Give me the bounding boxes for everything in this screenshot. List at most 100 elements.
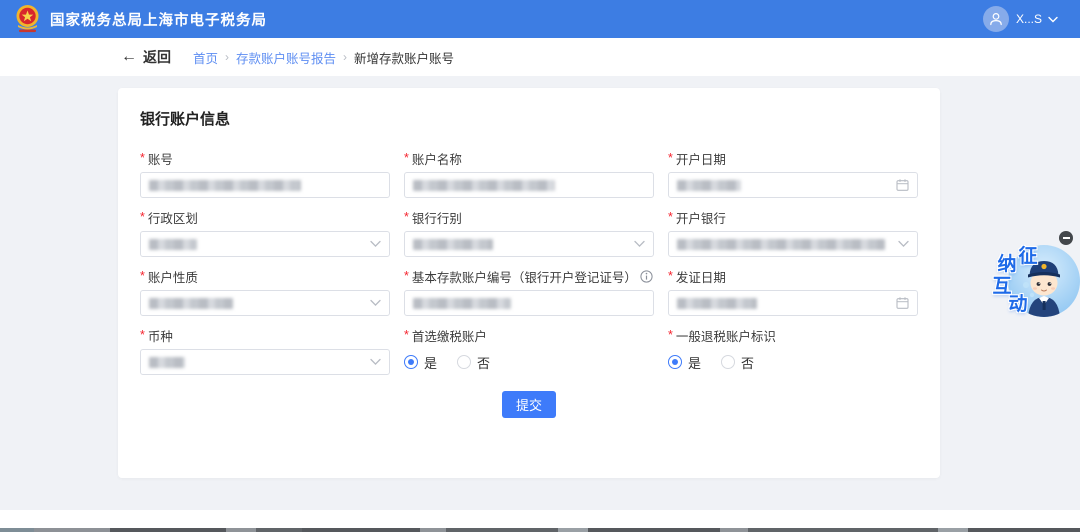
field-label: 行政区划 bbox=[148, 208, 198, 227]
masked-value bbox=[677, 239, 885, 250]
masked-value bbox=[413, 180, 555, 191]
bank-type-select[interactable] bbox=[404, 231, 654, 257]
masked-value bbox=[149, 298, 233, 309]
field-label: 首选缴税账户 bbox=[412, 326, 487, 345]
back-button[interactable]: ← 返回 bbox=[121, 47, 171, 67]
bank-account-form-card: 银行账户信息 * 账号 * 账户名称 * 开户日期 bbox=[118, 88, 940, 478]
masked-value bbox=[149, 239, 197, 250]
tax-interaction-widget[interactable]: 征 纳 互 动 bbox=[990, 228, 1080, 333]
required-marker: * bbox=[404, 210, 409, 224]
widget-collapse-button[interactable] bbox=[1059, 231, 1073, 245]
widget-char: 纳 bbox=[997, 255, 1017, 275]
account-nature-select[interactable] bbox=[140, 290, 390, 316]
calendar-icon bbox=[896, 297, 909, 310]
field-bank-type: * 银行行别 bbox=[404, 208, 654, 257]
chevron-down-icon bbox=[634, 241, 645, 248]
field-admin-division: * 行政区划 bbox=[140, 208, 390, 257]
field-label: 账户名称 bbox=[412, 149, 462, 168]
field-issue-date: * 发证日期 bbox=[668, 267, 918, 316]
submit-button[interactable]: 提交 bbox=[502, 391, 556, 418]
masked-value bbox=[149, 180, 301, 191]
required-marker: * bbox=[140, 328, 145, 342]
chevron-down-icon bbox=[898, 241, 909, 248]
masked-value bbox=[149, 357, 185, 368]
required-marker: * bbox=[668, 210, 673, 224]
user-icon bbox=[988, 11, 1004, 27]
required-marker: * bbox=[404, 328, 409, 342]
field-account-number: * 账号 bbox=[140, 149, 390, 198]
widget-char: 征 bbox=[1018, 247, 1038, 267]
radio-yes[interactable]: 是 bbox=[404, 353, 437, 372]
field-account-name: * 账户名称 bbox=[404, 149, 654, 198]
masked-value bbox=[413, 298, 511, 309]
field-label: 基本存款账户编号（银行开户登记证号） bbox=[412, 267, 637, 286]
field-label: 账户性质 bbox=[148, 267, 198, 286]
account-name-input[interactable] bbox=[404, 172, 654, 198]
user-display-name[interactable]: X...S bbox=[1016, 12, 1042, 26]
site-title: 国家税务总局上海市电子税务局 bbox=[50, 9, 267, 30]
chevron-down-icon bbox=[370, 359, 381, 366]
radio-unselected-icon bbox=[721, 355, 735, 369]
account-number-input[interactable] bbox=[140, 172, 390, 198]
app-header: 国家税务总局上海市电子税务局 X...S bbox=[0, 0, 1080, 38]
open-date-input[interactable] bbox=[668, 172, 918, 198]
general-refund-flag-radio-group: 是 否 bbox=[668, 349, 918, 375]
breadcrumb-separator: › bbox=[343, 50, 347, 64]
sub-header: ← 返回 首页 › 存款账户账号报告 › 新增存款账户账号 bbox=[0, 38, 1080, 76]
radio-selected-icon bbox=[668, 355, 682, 369]
radio-no[interactable]: 否 bbox=[721, 353, 754, 372]
masked-value bbox=[413, 239, 493, 250]
issue-date-input[interactable] bbox=[668, 290, 918, 316]
field-label: 开户日期 bbox=[676, 149, 726, 168]
field-label: 银行行别 bbox=[412, 208, 462, 227]
required-marker: * bbox=[404, 151, 409, 165]
required-marker: * bbox=[140, 269, 145, 283]
back-arrow-icon: ← bbox=[121, 48, 137, 66]
field-open-date: * 开户日期 bbox=[668, 149, 918, 198]
preferred-tax-account-radio-group: 是 否 bbox=[404, 349, 654, 375]
basic-deposit-account-no-input[interactable] bbox=[404, 290, 654, 316]
radio-yes[interactable]: 是 bbox=[668, 353, 701, 372]
radio-no[interactable]: 否 bbox=[457, 353, 490, 372]
breadcrumb-home[interactable]: 首页 bbox=[193, 48, 218, 67]
required-marker: * bbox=[668, 269, 673, 283]
tax-bureau-emblem-logo bbox=[14, 4, 41, 34]
widget-char: 动 bbox=[1008, 295, 1028, 315]
info-icon[interactable] bbox=[640, 270, 653, 283]
field-label: 币种 bbox=[148, 326, 173, 345]
radio-unselected-icon bbox=[457, 355, 471, 369]
bottom-strip bbox=[0, 510, 1080, 528]
field-opening-bank: * 开户银行 bbox=[668, 208, 918, 257]
section-title: 银行账户信息 bbox=[140, 108, 918, 129]
required-marker: * bbox=[668, 328, 673, 342]
field-basic-deposit-account-no: * 基本存款账户编号（银行开户登记证号） bbox=[404, 267, 654, 316]
field-currency: * 币种 bbox=[140, 326, 390, 375]
back-label: 返回 bbox=[143, 47, 171, 67]
breadcrumb-report[interactable]: 存款账户账号报告 bbox=[236, 48, 336, 67]
field-preferred-tax-account: * 首选缴税账户 是 否 bbox=[404, 326, 654, 375]
field-account-nature: * 账户性质 bbox=[140, 267, 390, 316]
currency-select[interactable] bbox=[140, 349, 390, 375]
required-marker: * bbox=[140, 210, 145, 224]
field-label: 一般退税账户标识 bbox=[676, 326, 776, 345]
required-marker: * bbox=[668, 151, 673, 165]
user-menu-chevron-down-icon[interactable] bbox=[1048, 16, 1058, 23]
field-general-refund-account-flag: * 一般退税账户标识 是 否 bbox=[668, 326, 918, 375]
required-marker: * bbox=[404, 269, 409, 283]
radio-selected-icon bbox=[404, 355, 418, 369]
opening-bank-select[interactable] bbox=[668, 231, 918, 257]
calendar-icon bbox=[896, 179, 909, 192]
required-marker: * bbox=[140, 151, 145, 165]
chevron-down-icon bbox=[370, 241, 381, 248]
masked-value bbox=[677, 180, 741, 191]
admin-division-select[interactable] bbox=[140, 231, 390, 257]
breadcrumb-separator: › bbox=[225, 50, 229, 64]
taskbar-edge bbox=[0, 528, 1080, 532]
breadcrumb: 首页 › 存款账户账号报告 › 新增存款账户账号 bbox=[193, 48, 454, 67]
user-avatar[interactable] bbox=[983, 6, 1009, 32]
masked-value bbox=[677, 298, 757, 309]
chevron-down-icon bbox=[370, 300, 381, 307]
field-label: 发证日期 bbox=[676, 267, 726, 286]
minus-icon bbox=[1063, 237, 1070, 239]
field-label: 开户银行 bbox=[676, 208, 726, 227]
